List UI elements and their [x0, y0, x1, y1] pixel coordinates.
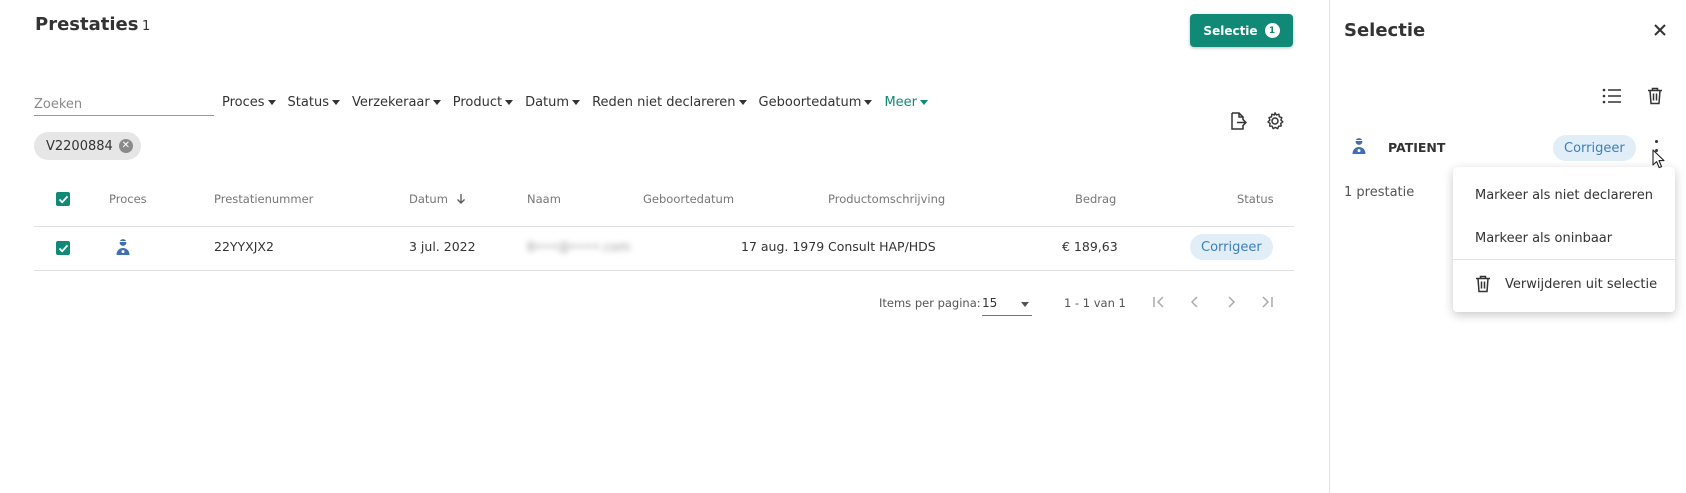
- cell-bedrag: € 189,63: [1062, 239, 1118, 254]
- column-header-bedrag[interactable]: Bedrag: [1075, 192, 1116, 206]
- filter-label: Status: [287, 95, 329, 110]
- status-badge[interactable]: Corrigeer: [1190, 234, 1273, 260]
- caret-down-icon: [572, 100, 581, 105]
- filter-label: Geboortedatum: [758, 95, 862, 110]
- cell-datum: 3 jul. 2022: [409, 239, 476, 254]
- caret-down-icon: [331, 100, 340, 105]
- filter-verzekeraar[interactable]: Verzekeraar: [352, 95, 441, 110]
- page-count: 1: [142, 19, 151, 34]
- caret-down-icon: [432, 100, 441, 105]
- selection-count-badge: 1: [1264, 23, 1280, 38]
- next-page-icon[interactable]: [1221, 292, 1241, 312]
- column-header-status[interactable]: Status: [1237, 192, 1274, 206]
- column-header-geboortedatum[interactable]: Geboortedatum: [643, 192, 734, 206]
- column-header-naam[interactable]: Naam: [527, 192, 561, 206]
- page-title: Prestaties: [35, 14, 139, 35]
- last-page-icon[interactable]: [1257, 292, 1277, 312]
- filter-status[interactable]: Status: [288, 95, 340, 110]
- main-content: Prestaties 1 Selectie 1 Proces Status Ve…: [0, 0, 1328, 493]
- selection-button[interactable]: Selectie 1: [1190, 14, 1293, 47]
- selection-button-label: Selectie: [1203, 23, 1258, 38]
- context-menu: Markeer als niet declareren Markeer als …: [1453, 167, 1675, 312]
- column-header-datum-label: Datum: [409, 192, 448, 206]
- active-filter-chip: V2200884 ✕: [34, 132, 141, 160]
- chip-label: V2200884: [46, 138, 113, 154]
- caret-down-icon: [505, 100, 514, 105]
- sort-arrow-down-icon: [456, 194, 465, 204]
- pagination-range: 1 - 1 van 1: [1064, 296, 1126, 310]
- filter-bar: Proces Status Verzekeraar Product Datum …: [222, 95, 928, 110]
- column-header-productomschrijving[interactable]: Productomschrijving: [828, 192, 945, 206]
- filter-reden-niet-declareren[interactable]: Reden niet declareren: [592, 95, 747, 110]
- cell-geboortedatum: 17 aug. 1979: [741, 239, 825, 254]
- filter-label: Reden niet declareren: [592, 95, 736, 110]
- cell-naam: B•••@••••.com: [527, 239, 631, 254]
- filter-label: Datum: [525, 95, 570, 110]
- filter-label: Product: [452, 95, 503, 110]
- caret-down-icon: [864, 100, 873, 105]
- menu-divider: [1453, 259, 1675, 260]
- page-size-value: 15: [982, 296, 998, 310]
- patient-icon: [115, 238, 131, 260]
- settings-gear-icon[interactable]: [1264, 110, 1286, 132]
- menu-item-label: Verwijderen uit selectie: [1505, 276, 1658, 292]
- menu-item-markeer-oninbaar[interactable]: Markeer als oninbaar: [1475, 231, 1612, 246]
- filter-proces[interactable]: Proces: [222, 95, 276, 110]
- column-header-datum[interactable]: Datum: [409, 192, 466, 206]
- filter-datum[interactable]: Datum: [525, 95, 581, 110]
- caret-down-icon: [920, 100, 928, 105]
- trash-icon[interactable]: [1644, 85, 1666, 107]
- export-icon[interactable]: [1226, 110, 1248, 132]
- chip-remove-icon[interactable]: ✕: [118, 139, 133, 153]
- header-divider: [34, 226, 1294, 227]
- caret-down-icon: [267, 100, 276, 105]
- group-status-badge[interactable]: Corrigeer: [1553, 135, 1636, 161]
- items-per-page-label: Items per pagina:: [879, 296, 981, 310]
- cell-prestatienummer: 22YYXJX2: [214, 239, 274, 254]
- trash-icon: [1476, 275, 1490, 293]
- mouse-cursor-icon: [1652, 149, 1665, 173]
- caret-down-icon: [1021, 302, 1029, 307]
- list-icon[interactable]: [1601, 85, 1623, 107]
- filter-label: Meer: [884, 95, 917, 110]
- row-checkbox[interactable]: [56, 241, 70, 255]
- filter-meer[interactable]: Meer: [884, 95, 928, 110]
- prestatie-count: 1 prestatie: [1344, 185, 1415, 200]
- patient-icon: [1351, 137, 1367, 159]
- search-input[interactable]: [34, 94, 214, 115]
- selection-panel-title: Selectie: [1344, 20, 1426, 41]
- cell-productomschrijving: Consult HAP/HDS: [828, 239, 936, 254]
- row-divider: [34, 270, 1294, 271]
- close-icon[interactable]: [1650, 20, 1670, 40]
- menu-item-verwijderen-uit-selectie[interactable]: Verwijderen uit selectie: [1475, 275, 1657, 293]
- column-header-prestatienummer[interactable]: Prestatienummer: [214, 192, 313, 206]
- menu-item-markeer-niet-declareren[interactable]: Markeer als niet declareren: [1475, 188, 1653, 203]
- filter-product[interactable]: Product: [452, 95, 514, 110]
- search-field[interactable]: [34, 93, 214, 116]
- page-size-select[interactable]: 15: [982, 293, 1032, 316]
- filter-geboortedatum[interactable]: Geboortedatum: [759, 95, 873, 110]
- filter-label: Proces: [222, 95, 265, 110]
- column-header-proces[interactable]: Proces: [109, 192, 147, 206]
- select-all-checkbox[interactable]: [56, 192, 70, 206]
- first-page-icon[interactable]: [1149, 292, 1169, 312]
- filter-label: Verzekeraar: [351, 95, 430, 110]
- group-label: PATIENT: [1388, 140, 1446, 155]
- previous-page-icon[interactable]: [1185, 292, 1205, 312]
- caret-down-icon: [738, 100, 747, 105]
